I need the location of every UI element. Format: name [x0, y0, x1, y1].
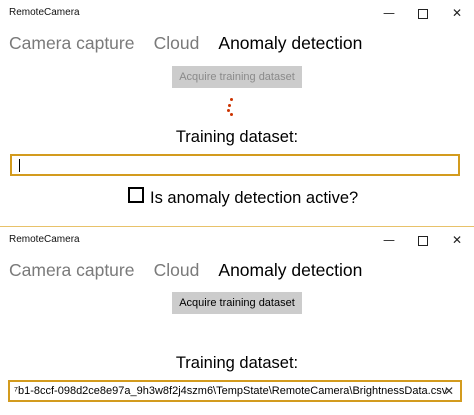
title-bar: RemoteCamera — ✕	[0, 0, 474, 26]
acquire-training-dataset-button[interactable]: Acquire training dataset	[172, 292, 302, 314]
maximize-icon	[418, 235, 428, 246]
tab-anomaly-detection[interactable]: Anomaly detection	[218, 33, 362, 54]
anomaly-detection-toggle[interactable]: Is anomaly detection active?	[128, 186, 359, 210]
anomaly-detection-checkbox-label: Is anomaly detection active?	[150, 189, 359, 207]
clear-text-icon[interactable]: ✕	[444, 382, 454, 400]
training-dataset-input[interactable]	[10, 154, 460, 176]
training-dataset-input[interactable]: ⁷b1-8ccf-098d2ce8e97a_9h3w8f2j4szm6\Temp…	[8, 380, 462, 402]
progress-ring-icon	[225, 96, 237, 118]
pivot-tabs: Camera capture Cloud Anomaly detection	[9, 260, 376, 284]
maximize-icon	[418, 8, 428, 19]
app-title: RemoteCamera	[9, 234, 80, 245]
tab-camera-capture[interactable]: Camera capture	[9, 260, 134, 281]
text-caret	[19, 159, 20, 172]
close-button[interactable]: ✕	[440, 227, 474, 253]
checkbox-icon[interactable]	[128, 186, 144, 203]
minimize-button[interactable]: —	[372, 227, 406, 253]
training-dataset-label: Training dataset:	[175, 128, 299, 146]
tab-cloud[interactable]: Cloud	[154, 33, 200, 54]
close-button[interactable]: ✕	[440, 0, 474, 26]
maximize-button[interactable]	[406, 227, 440, 253]
minimize-button[interactable]: —	[372, 0, 406, 26]
acquire-training-dataset-button[interactable]: Acquire training dataset	[172, 66, 302, 88]
pivot-tabs: Camera capture Cloud Anomaly detection	[9, 33, 376, 57]
tab-anomaly-detection[interactable]: Anomaly detection	[218, 260, 362, 281]
tab-camera-capture[interactable]: Camera capture	[9, 33, 134, 54]
app-title: RemoteCamera	[9, 7, 80, 18]
training-dataset-value: ⁷b1-8ccf-098d2ce8e97a_9h3w8f2j4szm6\Temp…	[14, 385, 448, 397]
training-dataset-label: Training dataset:	[175, 354, 299, 372]
maximize-button[interactable]	[406, 0, 440, 26]
app-window-loading: RemoteCamera — ✕ Camera capture Cloud An…	[0, 0, 474, 227]
tab-cloud[interactable]: Cloud	[154, 260, 200, 281]
title-bar: RemoteCamera — ✕	[0, 227, 474, 253]
app-window-loaded: RemoteCamera — ✕ Camera capture Cloud An…	[0, 227, 474, 415]
